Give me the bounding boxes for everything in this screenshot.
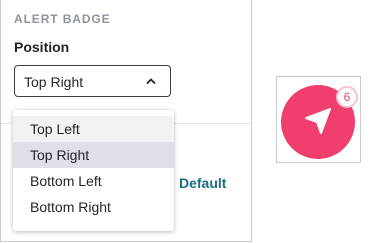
position-dropdown-menu: Top Left Top Right Bottom Left Bottom Ri… xyxy=(13,110,174,231)
position-label: Position xyxy=(14,39,70,55)
section-title: ALERT BADGE xyxy=(14,12,111,26)
alert-badge: 6 xyxy=(336,86,358,108)
option-top-right[interactable]: Top Right xyxy=(13,142,174,168)
alert-badge-settings-page: ALERT BADGE Position Top Right Default T… xyxy=(0,0,374,243)
position-select[interactable]: Top Right xyxy=(14,65,171,97)
chevron-up-icon xyxy=(146,78,156,84)
option-top-left[interactable]: Top Left xyxy=(13,116,174,142)
option-bottom-left[interactable]: Bottom Left xyxy=(13,168,174,194)
position-select-value: Top Right xyxy=(24,74,84,90)
option-bottom-right[interactable]: Bottom Right xyxy=(13,194,174,220)
default-link[interactable]: Default xyxy=(179,175,226,191)
send-arrow-icon xyxy=(305,108,331,134)
badge-preview: 6 xyxy=(276,76,361,163)
